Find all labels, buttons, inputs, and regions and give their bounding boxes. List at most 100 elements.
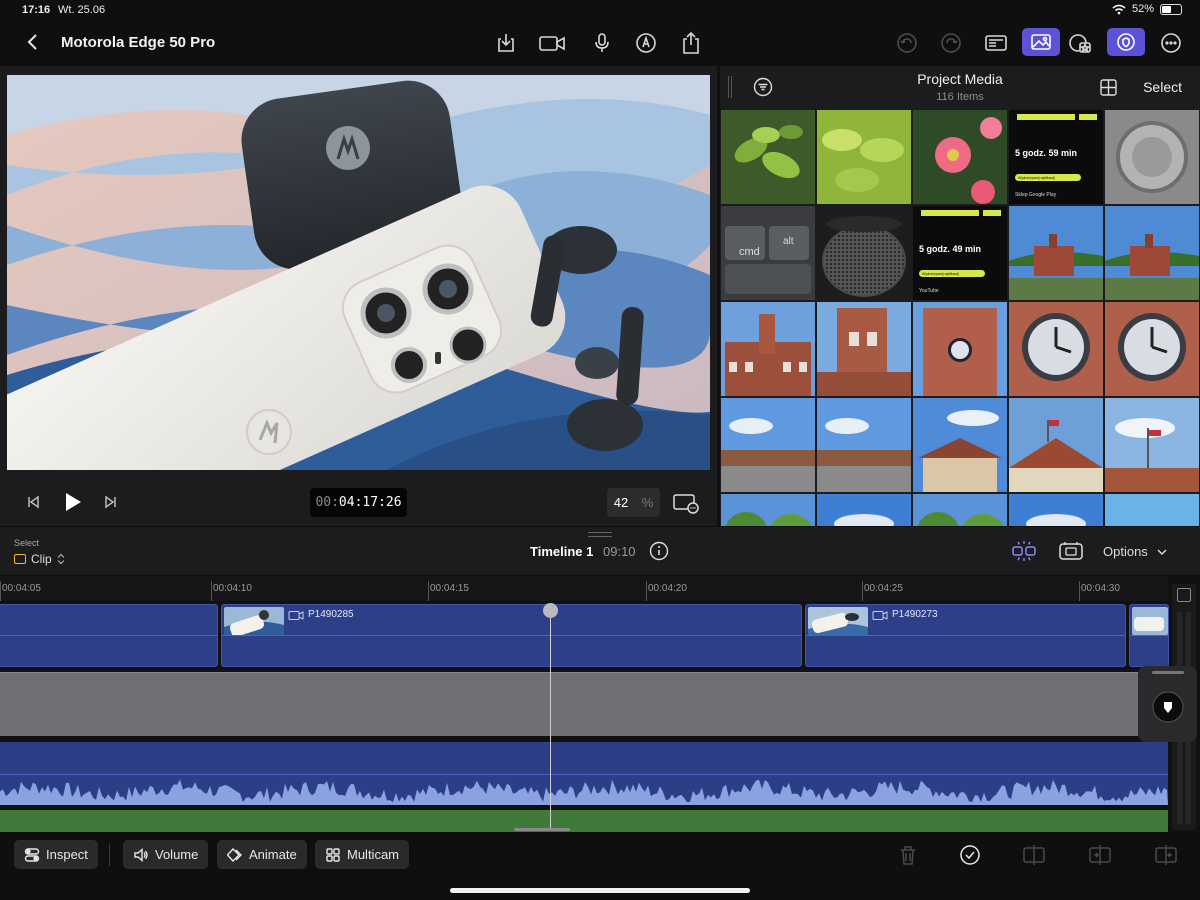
media-thumbnail[interactable] <box>1009 302 1103 396</box>
timeline[interactable]: 00:04:05 00:04:10 00:04:15 00:04:20 00:04:25… <box>0 576 1200 832</box>
select-button[interactable]: Select <box>1143 79 1182 95</box>
media-thumbnail[interactable] <box>817 302 911 396</box>
viewer-preview-image[interactable] <box>7 75 710 470</box>
thumbnail-image <box>913 110 1007 204</box>
media-thumbnail[interactable] <box>817 494 911 526</box>
thumbnail-image <box>1009 494 1103 526</box>
camera-button[interactable] <box>538 29 566 57</box>
keyframe-icon <box>227 847 242 862</box>
microphone-icon <box>595 33 609 52</box>
media-thumbnail[interactable]: cmd alt <box>721 206 815 300</box>
home-indicator[interactable] <box>450 888 750 893</box>
timeline-ruler[interactable]: 00:04:05 00:04:10 00:04:15 00:04:20 00:04:25… <box>0 576 1168 601</box>
media-browser-button[interactable] <box>1022 28 1060 56</box>
media-thumbnail[interactable] <box>1105 110 1199 204</box>
effects-browser-button[interactable] <box>1066 29 1094 57</box>
selection-mode-picker[interactable]: Clip <box>14 552 65 566</box>
voiceover-button[interactable] <box>588 29 616 57</box>
animate-button[interactable]: Animate <box>217 840 307 869</box>
import-icon <box>498 34 514 52</box>
multicam-button[interactable]: Multicam <box>315 840 410 869</box>
split-button[interactable] <box>1022 843 1046 867</box>
grid-view-icon[interactable] <box>1099 78 1118 97</box>
volume-button[interactable]: Volume <box>123 840 209 869</box>
media-thumbnail[interactable] <box>1009 398 1103 492</box>
trim-end-button[interactable] <box>1154 843 1178 867</box>
media-thumbnail[interactable] <box>1009 494 1103 526</box>
jog-wheel-panel[interactable] <box>1138 666 1197 742</box>
media-thumbnail[interactable] <box>913 302 1007 396</box>
media-thumbnail[interactable] <box>913 398 1007 492</box>
video-clip[interactable]: P1490273 <box>805 604 1126 667</box>
playhead[interactable] <box>550 604 551 830</box>
delete-button[interactable] <box>896 843 920 867</box>
skip-forward-icon[interactable] <box>104 495 118 509</box>
draw-button[interactable] <box>632 29 660 57</box>
ruler-tick <box>862 581 863 601</box>
media-thumbnail[interactable] <box>1105 398 1199 492</box>
media-thumbnail[interactable] <box>817 398 911 492</box>
timeline-options-button[interactable]: Options <box>1103 544 1167 559</box>
music-track[interactable] <box>0 810 1168 832</box>
video-clip[interactable]: P1490285 <box>221 604 802 667</box>
back-button[interactable] <box>22 30 44 54</box>
undo-button[interactable] <box>893 29 921 57</box>
media-thumbnail[interactable] <box>913 494 1007 526</box>
selection-mode-label: Select <box>14 538 40 548</box>
connected-clip-track[interactable] <box>0 672 1138 736</box>
media-thumbnail[interactable]: 5 godz. 59 min Wykorzystaj aplikacji Sklep… <box>1009 110 1103 204</box>
toolbar-divider <box>109 844 110 866</box>
key-label: alt <box>783 236 794 247</box>
play-icon[interactable] <box>63 491 83 513</box>
share-button[interactable] <box>677 29 705 57</box>
inspect-button[interactable]: Inspect <box>14 840 98 869</box>
chevron-down-icon <box>1157 549 1167 555</box>
timecode-display[interactable]: 00: 04:17:26 <box>310 488 407 517</box>
selection-mode-value: Clip <box>31 552 52 566</box>
camera-settings-button[interactable] <box>1107 28 1145 56</box>
zoom-control[interactable]: 42 % <box>607 488 660 517</box>
inspector-toggle-button[interactable] <box>982 29 1010 57</box>
thumbnail-image <box>1009 302 1103 396</box>
media-thumbnail[interactable] <box>817 110 911 204</box>
trim-start-button[interactable] <box>1088 843 1112 867</box>
media-thumbnail[interactable] <box>1105 494 1199 526</box>
confirm-button[interactable] <box>958 843 982 867</box>
snapping-icon[interactable] <box>1010 540 1038 562</box>
timeline-header: Select Clip Timeline 1 09:10 Options <box>0 527 1200 575</box>
skip-back-icon[interactable] <box>26 495 40 509</box>
multicam-grid-icon <box>326 847 340 862</box>
inspector-panel-icon <box>985 35 1007 51</box>
redo-button[interactable] <box>937 29 965 57</box>
ruler-label: 00:04:10 <box>213 583 252 594</box>
video-clip[interactable] <box>1129 604 1169 667</box>
media-thumbnail[interactable] <box>817 206 911 300</box>
panel-grabber[interactable] <box>588 532 612 537</box>
media-thumbnail[interactable] <box>721 494 815 526</box>
clip-icon <box>14 554 26 564</box>
screen-text: 5 godz. 59 min <box>1015 148 1078 158</box>
volume-label: Volume <box>155 847 199 862</box>
jog-wheel-icon[interactable] <box>1151 690 1185 724</box>
options-label: Options <box>1103 544 1148 559</box>
shield-icon <box>1117 33 1135 51</box>
media-thumbnail[interactable] <box>721 302 815 396</box>
info-icon[interactable] <box>649 541 669 561</box>
trim-start-icon <box>1089 845 1111 865</box>
media-thumbnail[interactable] <box>1105 206 1199 300</box>
media-thumbnail[interactable] <box>1009 206 1103 300</box>
media-thumbnail[interactable] <box>913 110 1007 204</box>
checkmark-circle-icon <box>960 845 980 865</box>
playhead-handle[interactable] <box>543 603 558 618</box>
media-thumbnail[interactable] <box>721 398 815 492</box>
media-thumbnail[interactable] <box>721 110 815 204</box>
timeline-resize-handle[interactable] <box>514 828 570 831</box>
audio-track[interactable] <box>0 742 1168 805</box>
more-button[interactable] <box>1157 29 1185 57</box>
video-clip[interactable] <box>0 604 218 667</box>
clip-display-icon[interactable] <box>1058 540 1084 562</box>
viewer-options-icon[interactable] <box>672 492 700 514</box>
media-thumbnail[interactable] <box>1105 302 1199 396</box>
media-thumbnail[interactable]: 5 godz. 49 min Wykorzystaj aplikacji YouTu… <box>913 206 1007 300</box>
import-button[interactable] <box>492 29 520 57</box>
